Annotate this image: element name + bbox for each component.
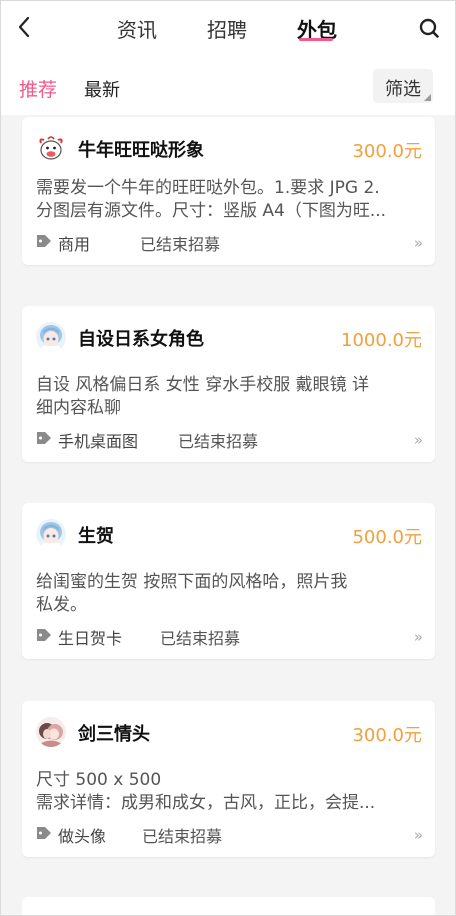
anime-girl-avatar-icon <box>36 519 66 549</box>
card-title: 牛年旺旺哒形象 <box>78 140 204 161</box>
tab-news[interactable]: 资讯 <box>117 14 157 43</box>
description-line: 尺寸 500 x 500 <box>36 770 162 790</box>
description-line: 需要发一个牛年的旺旺哒外包。1.要求 JPG 2. <box>36 178 380 198</box>
card-tag: 商用 <box>58 235 91 254</box>
sort-latest[interactable]: 最新 <box>84 76 120 102</box>
avatar <box>36 133 66 163</box>
card-title: 剑三情头 <box>78 724 150 745</box>
tag-icon <box>37 432 51 444</box>
filter-button[interactable]: 筛选 <box>373 69 433 103</box>
tag-icon <box>37 827 51 839</box>
filter-label: 筛选 <box>385 79 421 100</box>
top-tabs: 资讯 招聘 外包 <box>1 1 455 55</box>
tag-icon <box>37 629 51 641</box>
card-title: 自设日系女角色 <box>78 329 204 350</box>
chevron-right-icon[interactable]: » <box>414 826 423 844</box>
job-card[interactable]: 自设日系女角色 1000.0元 自设 风格偏日系 女性 穿水手校服 戴眼镜 详 … <box>22 306 435 462</box>
avatar <box>36 519 66 549</box>
sort-bar: 推荐 最新 筛选 <box>1 55 455 115</box>
next-card-peek <box>22 897 435 915</box>
active-tab-indicator <box>299 38 333 41</box>
job-card[interactable]: 生贺 500.0元 给闺蜜的生贺 按照下面的风格哈，照片我 私发。 生日贺卡 已… <box>22 503 435 659</box>
cow-avatar-icon <box>36 133 66 163</box>
card-description: 需要发一个牛年的旺旺哒外包。1.要求 JPG 2. 分图层有源文件。尺寸：竖版 … <box>36 177 426 223</box>
couple-avatar-icon <box>36 717 66 747</box>
description-line: 给闺蜜的生贺 按照下面的风格哈，照片我 <box>36 572 348 592</box>
tab-recruitment[interactable]: 招聘 <box>207 14 247 43</box>
card-price: 300.0元 <box>352 725 422 746</box>
description-line: 需求详情：成男和成女，古风，正比，会提... <box>36 793 376 813</box>
chevron-right-icon[interactable]: » <box>414 234 423 252</box>
card-description: 自设 风格偏日系 女性 穿水手校服 戴眼镜 详 细内容私聊 <box>36 374 426 420</box>
card-status: 已结束招募 <box>160 629 241 648</box>
chevron-right-icon[interactable]: » <box>414 628 423 646</box>
card-price: 300.0元 <box>352 141 422 162</box>
sort-recommended[interactable]: 推荐 <box>19 75 57 102</box>
card-price: 500.0元 <box>352 527 422 548</box>
job-card[interactable]: 牛年旺旺哒形象 300.0元 需要发一个牛年的旺旺哒外包。1.要求 JPG 2.… <box>22 117 435 265</box>
card-tag: 手机桌面图 <box>58 432 139 451</box>
anime-girl-avatar-icon <box>36 322 66 352</box>
description-line: 分图层有源文件。尺寸：竖版 A4（下图为旺... <box>36 201 387 221</box>
description-line: 自设 风格偏日系 女性 穿水手校服 戴眼镜 详 <box>36 375 370 395</box>
card-status: 已结束招募 <box>140 235 221 254</box>
card-description: 尺寸 500 x 500 需求详情：成男和成女，古风，正比，会提... <box>36 769 426 815</box>
top-navigation-bar: 资讯 招聘 外包 <box>1 1 455 55</box>
search-icon[interactable] <box>417 16 441 40</box>
avatar <box>36 322 66 352</box>
avatar <box>36 717 66 747</box>
chevron-right-icon[interactable]: » <box>414 431 423 449</box>
card-tag: 生日贺卡 <box>58 629 123 648</box>
app-frame: 资讯 招聘 外包 推荐 最新 筛选 牛年旺旺哒形象 300.0元 需要发一个牛年… <box>0 0 456 916</box>
card-tag: 做头像 <box>58 827 107 846</box>
card-price: 1000.0元 <box>341 330 422 351</box>
card-title: 生贺 <box>78 526 114 547</box>
card-status: 已结束招募 <box>178 432 259 451</box>
description-line: 细内容私聊 <box>36 398 121 418</box>
card-description: 给闺蜜的生贺 按照下面的风格哈，照片我 私发。 <box>36 571 426 617</box>
description-line: 私发。 <box>36 595 87 615</box>
card-status: 已结束招募 <box>142 827 223 846</box>
tag-icon <box>37 235 51 247</box>
job-card[interactable]: 剑三情头 300.0元 尺寸 500 x 500 需求详情：成男和成女，古风，正… <box>22 701 435 857</box>
filter-corner-icon <box>424 94 431 101</box>
